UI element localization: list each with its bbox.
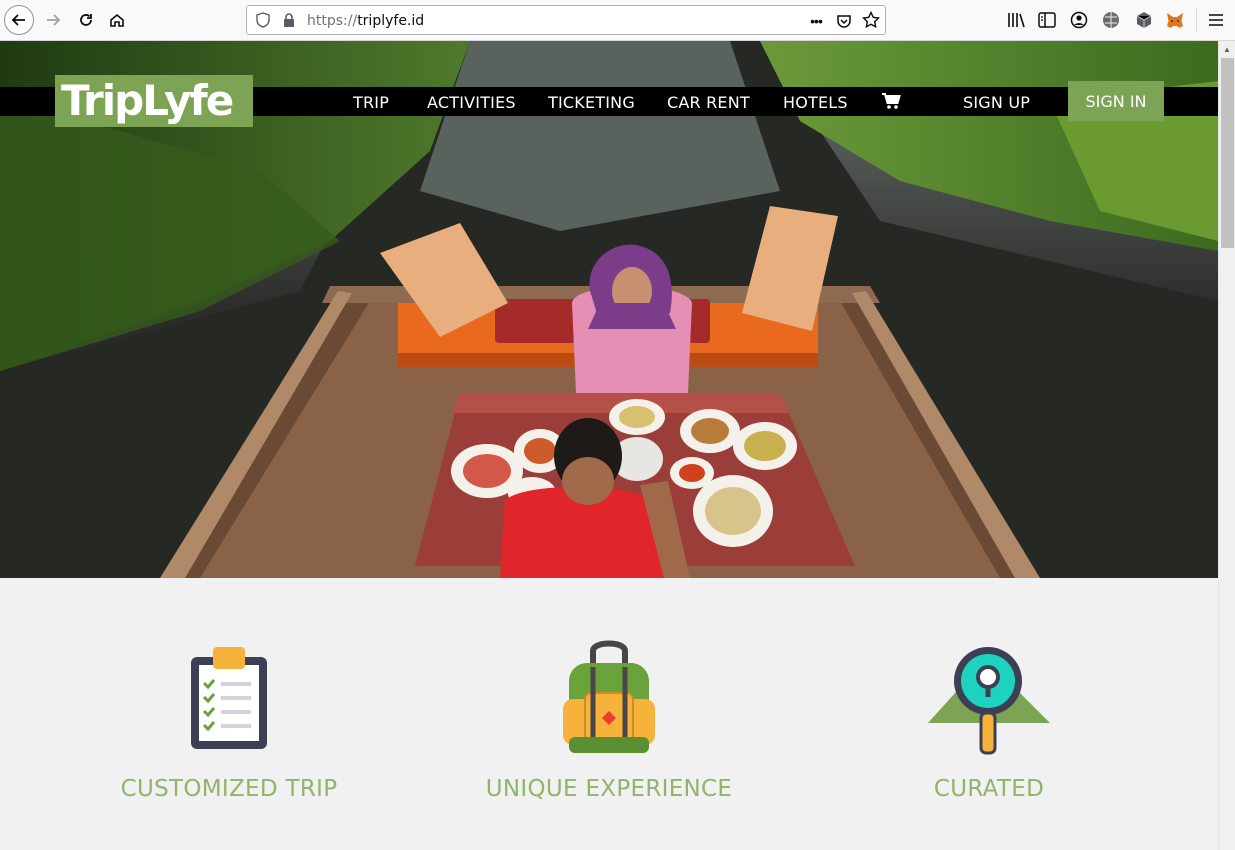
backpack-icon <box>563 640 655 753</box>
scrollbar-thumb[interactable] <box>1221 58 1234 248</box>
back-button[interactable] <box>4 5 34 35</box>
feature-label: CURATED <box>933 776 1045 802</box>
toolbar-divider <box>1196 8 1197 32</box>
forward-button[interactable] <box>38 5 68 35</box>
back-arrow-icon <box>11 14 25 26</box>
home-icon <box>110 13 124 27</box>
sidebar-icon[interactable] <box>1038 11 1056 29</box>
shield-icon[interactable] <box>255 12 271 28</box>
magnifier-map-icon <box>928 647 1050 755</box>
address-bar[interactable]: https://triplyfe.id ••• <box>246 5 886 35</box>
nav-hotels[interactable]: HOTELS <box>783 93 848 112</box>
feature-label: UNIQUE EXPERIENCE <box>485 776 733 802</box>
extension-cube-icon[interactable] <box>1134 10 1154 30</box>
account-icon[interactable] <box>1070 11 1088 29</box>
page-scrollbar[interactable]: ▲ <box>1218 41 1235 850</box>
url-text[interactable]: https://triplyfe.id <box>307 13 424 29</box>
nav-trip[interactable]: TRIP <box>353 93 389 112</box>
nav-car-rent[interactable]: CAR RENT <box>667 93 750 112</box>
metamask-fox-icon[interactable] <box>1165 10 1185 30</box>
extension-globe-icon[interactable] <box>1101 10 1121 30</box>
forward-arrow-icon <box>47 14 61 26</box>
reload-icon <box>80 14 92 26</box>
nav-activities[interactable]: ACTIVITIES <box>427 93 516 112</box>
library-icon[interactable] <box>1006 11 1026 29</box>
url-protocol: https:// <box>307 13 358 29</box>
sign-in-button[interactable]: SIGN IN <box>1068 81 1164 121</box>
web-page: TripLyfe TRIP ACTIVITIES TICKETING CAR R… <box>0 41 1218 850</box>
hamburger-menu-icon[interactable] <box>1207 11 1225 29</box>
nav-ticketing[interactable]: TICKETING <box>548 93 635 112</box>
page-actions-icon[interactable]: ••• <box>807 13 825 29</box>
clipboard-checklist-icon <box>191 647 267 749</box>
hero-image: TripLyfe TRIP ACTIVITIES TICKETING CAR R… <box>0 41 1218 578</box>
home-button[interactable] <box>102 5 132 35</box>
pocket-icon[interactable] <box>835 12 853 30</box>
scroll-up-arrow-icon[interactable]: ▲ <box>1223 45 1231 54</box>
reload-button[interactable] <box>71 5 101 35</box>
site-logo[interactable]: TripLyfe <box>55 75 253 127</box>
nav-sign-up[interactable]: SIGN UP <box>963 93 1030 112</box>
feature-label: CUSTOMIZED TRIP <box>120 776 338 802</box>
url-host: triplyfe.id <box>357 13 425 29</box>
lock-icon[interactable] <box>282 12 296 28</box>
cart-icon[interactable] <box>880 92 902 110</box>
browser-toolbar: https://triplyfe.id ••• <box>0 0 1235 41</box>
bookmark-star-icon[interactable] <box>862 11 880 29</box>
